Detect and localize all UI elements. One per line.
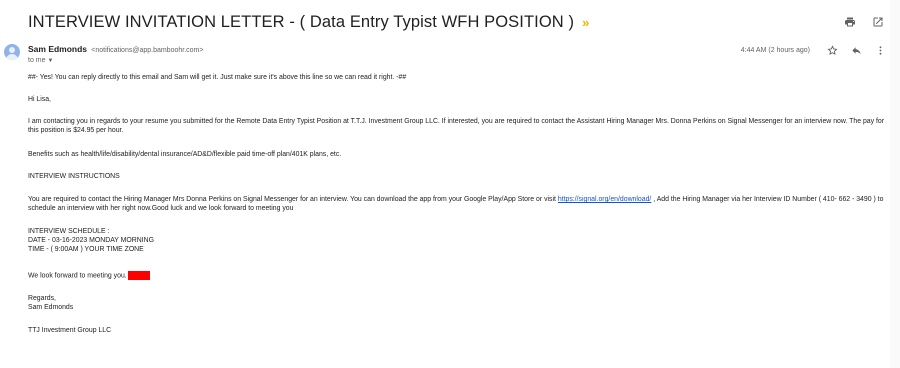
chevron-down-icon[interactable]: ▼ bbox=[48, 58, 54, 64]
schedule-time: TIME - ( 9:00AM ) YOUR TIME ZONE bbox=[28, 246, 144, 254]
recipient-row[interactable]: to me ▼ bbox=[28, 57, 53, 64]
more-options-icon[interactable] bbox=[874, 44, 886, 56]
sender-avatar[interactable] bbox=[4, 44, 20, 60]
instructions-heading-block: INTERVIEW INSTRUCTIONS bbox=[28, 172, 888, 181]
closing-line: We look forward to meeting you. bbox=[28, 272, 127, 280]
paragraph-3-block: You are required to contact the Hiring M… bbox=[28, 195, 888, 213]
message-actions: 4:44 AM (2 hours ago) bbox=[741, 44, 886, 56]
redaction-box bbox=[127, 271, 150, 280]
reply-icon[interactable] bbox=[850, 44, 862, 56]
print-icon[interactable] bbox=[842, 14, 858, 30]
paragraph-1-block: I am contacting you in regards to your r… bbox=[28, 117, 888, 135]
sender-name[interactable]: Sam Edmonds bbox=[28, 44, 87, 54]
sender-row: Sam Edmonds <notifications@app.bamboohr.… bbox=[28, 44, 203, 54]
closing-line-row: We look forward to meeting you. bbox=[28, 271, 888, 281]
signoff-block: Regards, Sam Edmonds bbox=[28, 294, 888, 312]
avatar-body bbox=[6, 54, 18, 60]
schedule-block: INTERVIEW SCHEDULE : DATE - 03-16-2023 M… bbox=[28, 227, 888, 255]
message-timestamp: 4:44 AM (2 hours ago) bbox=[740, 46, 810, 54]
email-subject: INTERVIEW INVITATION LETTER - ( Data Ent… bbox=[28, 12, 575, 31]
recipient-label: to me bbox=[28, 57, 46, 64]
greeting: Hi Lisa, bbox=[28, 96, 51, 103]
signoff: Regards, bbox=[28, 295, 56, 302]
paragraph-2: Benefits such as health/life/disability/… bbox=[28, 151, 342, 158]
paragraph-3-text-a: You are required to contact the Hiring M… bbox=[28, 196, 558, 203]
email-body: ##- Yes! You can reply directly to this … bbox=[28, 73, 888, 82]
email-subject-row: INTERVIEW INVITATION LETTER - ( Data Ent… bbox=[28, 11, 589, 33]
star-icon[interactable] bbox=[826, 44, 838, 56]
importance-marker-icon[interactable]: » bbox=[582, 15, 589, 30]
schedule-heading: INTERVIEW SCHEDULE : bbox=[28, 228, 110, 235]
schedule-date: DATE - 03-16-2023 MONDAY MORNING bbox=[28, 237, 154, 245]
paragraph-2-block: Benefits such as health/life/disability/… bbox=[28, 150, 888, 159]
signoff-name: Sam Edmonds bbox=[28, 304, 74, 312]
avatar-head bbox=[9, 47, 15, 53]
closing-block: We look forward to meeting you. bbox=[28, 271, 888, 281]
header-actions bbox=[842, 14, 886, 30]
sender-email: <notifications@app.bamboohr.com> bbox=[91, 47, 204, 54]
open-in-new-window-icon[interactable] bbox=[870, 14, 886, 30]
scrollbar[interactable] bbox=[890, 0, 900, 368]
paragraph-3: You are required to contact the Hiring M… bbox=[28, 195, 888, 213]
reply-note: ##- Yes! You can reply directly to this … bbox=[28, 74, 407, 81]
paragraph-1: I am contacting you in regards to your r… bbox=[28, 118, 885, 135]
company-block: TTJ Investment Group LLC bbox=[28, 326, 888, 335]
instructions-heading: INTERVIEW INSTRUCTIONS bbox=[28, 173, 120, 180]
company-name: TTJ Investment Group LLC bbox=[28, 327, 112, 334]
signal-download-link[interactable]: https://signal.org/en/download/ bbox=[558, 196, 651, 203]
greeting-block: Hi Lisa, bbox=[28, 95, 888, 104]
